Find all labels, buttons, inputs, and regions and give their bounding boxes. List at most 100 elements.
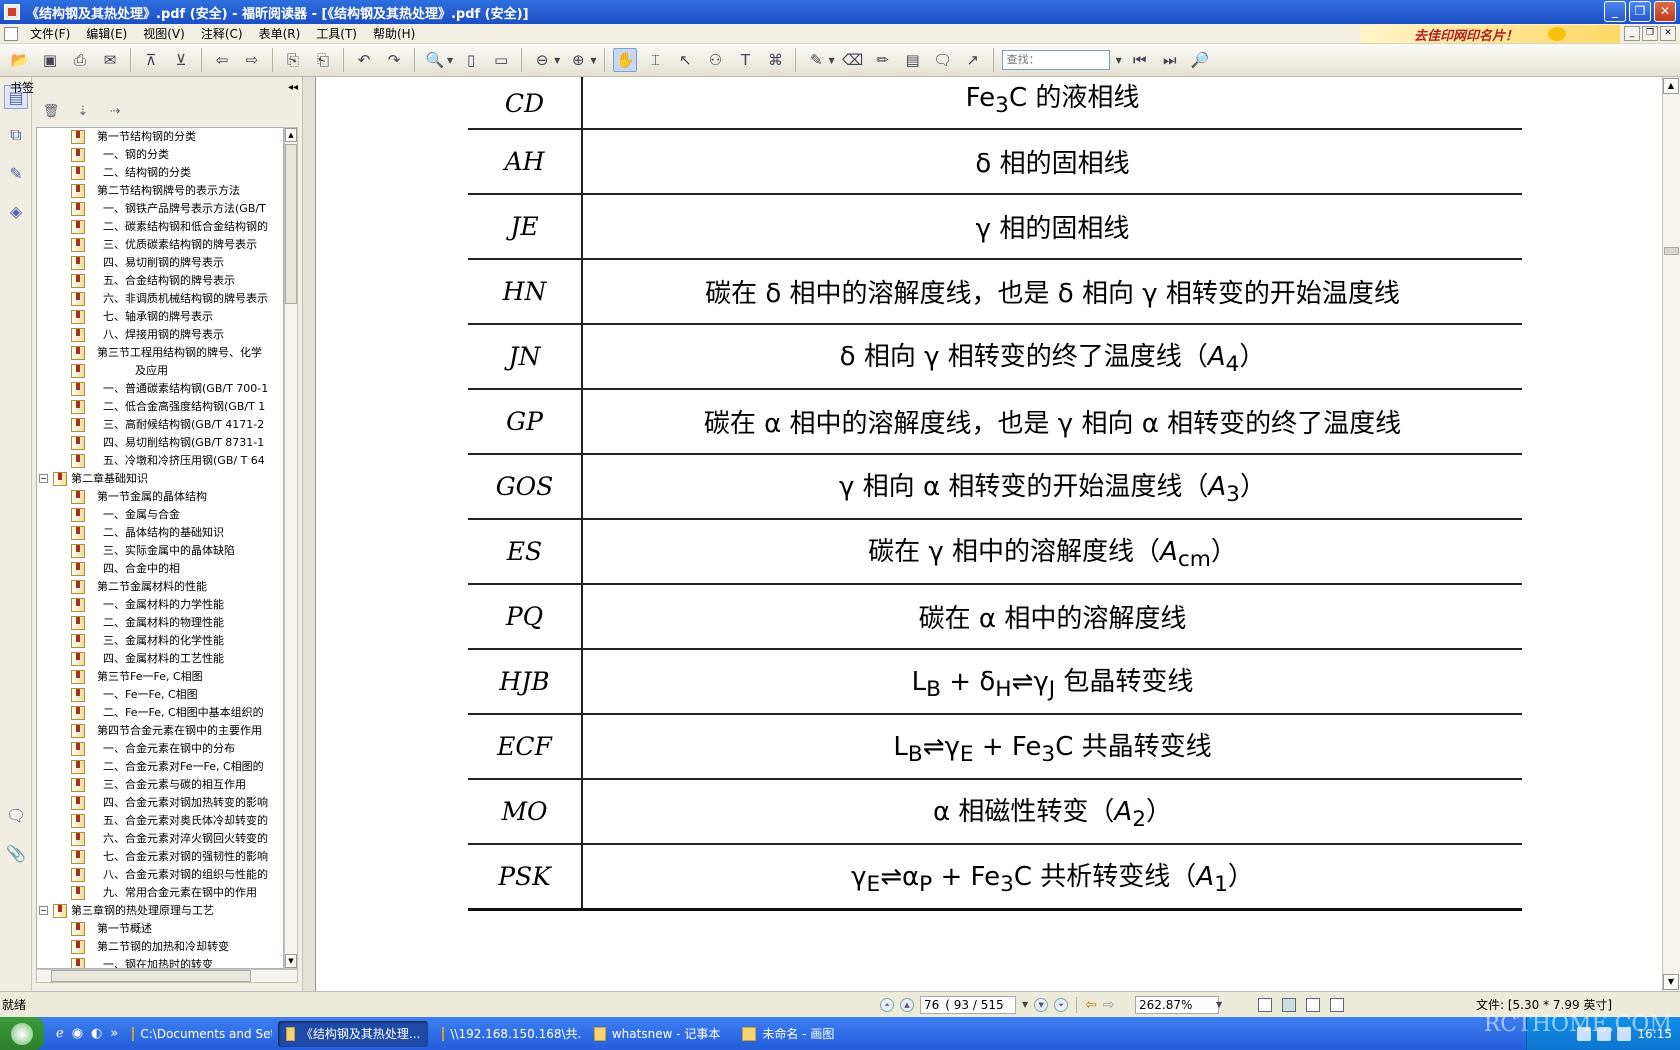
bookmark-item[interactable]: 三、合金元素与碳的相互作用 [37,776,283,794]
comments-icon[interactable]: 🗨 [4,803,28,827]
zoom-out-icon[interactable]: ⊖ [530,48,554,72]
bookmark-item[interactable]: 八、合金元素对钢的组织与性能的 [37,866,283,884]
zoom-plus-icon[interactable]: ⊕ [566,48,590,72]
attachments-icon[interactable]: 📎 [4,841,28,865]
bookmark-item[interactable]: 三、高耐候结构钢(GB/T 4171-2 [37,416,283,434]
annotate-dropdown-icon[interactable]: ▼ [828,56,834,65]
bookmark-item[interactable]: 八、焊接用钢的牌号表示 [37,326,283,344]
bookmark-item[interactable]: 五、冷墩和冷挤压用钢(GB/ T 64 [37,452,283,470]
note-icon[interactable]: 🗨 [931,48,955,72]
collapse-node-icon[interactable]: − [39,474,48,483]
app-icon[interactable] [4,4,20,20]
text-box-icon[interactable]: ▤ [901,48,925,72]
find-dropdown-icon[interactable]: ▼ [1116,56,1122,65]
arrow-icon[interactable]: ↗ [961,48,985,72]
document-vertical-scrollbar[interactable]: ▲ ▼ [1662,77,1680,991]
bookmark-item[interactable]: 四、合金元素对钢加热转变的影响 [37,794,283,812]
select-text-icon[interactable]: ⌶ [643,48,667,72]
annotations-icon[interactable]: ✎ [4,161,28,185]
menu-file[interactable]: 文件(F) [22,25,78,42]
bookmark-item[interactable]: 第二节金属材料的性能 [37,578,283,596]
start-button[interactable] [0,1017,44,1050]
save-icon[interactable]: ▣ [38,48,62,72]
taskbar-button[interactable]: whatsnew - 记事本 [586,1021,728,1047]
previous-page-icon[interactable]: ⊼ [139,48,163,72]
zoom-field[interactable]: 262.87% [1135,995,1219,1014]
binoculars-icon[interactable]: ⚇ [703,48,727,72]
bookmark-item[interactable]: 九、常用合金元素在钢中的作用 [37,884,283,902]
bookmark-item[interactable]: 二、金属材料的物理性能 [37,614,283,632]
bookmark-item[interactable]: 一、Fe一Fe, C相图 [37,686,283,704]
bookmark-item[interactable]: 第一节结构钢的分类 [37,128,283,146]
bookmark-item[interactable]: 第四节合金元素在钢中的主要作用 [37,722,283,740]
bookmark-item[interactable]: 四、合金中的相 [37,560,283,578]
scroll-thumb[interactable] [285,144,297,304]
bookmark-horizontal-scrollbar[interactable] [36,969,298,983]
zoom-level-dropdown-icon[interactable]: ▼ [1216,1000,1222,1009]
menu-comment[interactable]: 注释(C) [193,25,251,42]
doc-minimize-button[interactable]: _ [1624,26,1640,41]
bookmark-vertical-scrollbar[interactable]: ▲ ▼ [284,127,298,969]
bookmark-item[interactable]: − 第三章钢的热处理原理与工艺 [37,902,283,920]
single-page-icon[interactable] [1258,997,1272,1012]
next-page-nav-icon[interactable]: ▼ [1034,997,1049,1012]
last-page-icon[interactable]: ⏷ [1054,997,1069,1012]
bookmark-item[interactable]: 及应用 [37,362,283,380]
find-next-icon[interactable]: ⏭ [1158,48,1182,72]
pages-icon[interactable]: ⧉ [4,123,28,147]
snapshot-icon[interactable]: ⌘ [763,48,787,72]
doc-scroll-down-arrow-icon[interactable]: ▼ [1663,974,1679,990]
bookmark-item[interactable]: 一、金属与合金 [37,506,283,524]
fit-page-icon[interactable]: ▯ [459,48,483,72]
taskbar-button[interactable]: 《结构钢及其热处理... [278,1020,429,1047]
close-button[interactable]: ✕ [1654,1,1676,22]
bookmark-item[interactable]: − 第二章基础知识 [37,470,283,488]
bookmark-item[interactable]: 二、碳素结构钢和低合金结构钢的 [37,218,283,236]
bookmark-item[interactable]: 六、合金元素对淬火钢回火转变的 [37,830,283,848]
bookmark-item[interactable]: 五、合金元素对奥氏体冷却转变的 [37,812,283,830]
pointer-icon[interactable]: ↖ [673,48,697,72]
print-icon[interactable]: ⎙ [68,48,92,72]
redo-icon[interactable]: ↷ [382,48,406,72]
bookmark-item[interactable]: 二、晶体结构的基础知识 [37,524,283,542]
media-icon[interactable]: ◐ [91,1026,102,1041]
menu-form[interactable]: 表单(R) [251,25,309,42]
bookmark-item[interactable]: 一、金属材料的力学性能 [37,596,283,614]
bookmark-item[interactable]: 第二节钢的加热和冷却转变 [37,938,283,956]
bookmark-item[interactable]: 二、合金元素对Fe一Fe, C相图的 [37,758,283,776]
bookmark-item[interactable]: 五、合金结构钢的牌号表示 [37,272,283,290]
bookmark-item[interactable]: 一、合金元素在钢中的分布 [37,740,283,758]
quick-launch-more-icon[interactable]: » [110,1026,118,1041]
bookmark-item[interactable]: 第一节概述 [37,920,283,938]
prev-page-icon[interactable]: ▲ [900,997,914,1012]
bookmark-item[interactable]: 四、金属材料的工艺性能 [37,650,283,668]
bookmark-item[interactable]: 一、普通碳素结构钢(GB/T 700-1 [37,380,283,398]
facing-icon[interactable] [1306,997,1320,1012]
bookmark-item[interactable]: 第三节工程用结构钢的牌号、化学 [37,344,283,362]
open-icon[interactable]: 📂 [8,48,32,72]
scroll-down-arrow-icon[interactable]: ▼ [285,954,297,968]
find-input[interactable] [1001,50,1110,70]
continuous-icon[interactable] [1282,997,1296,1012]
doc-restore-button[interactable]: ❐ [1642,26,1658,41]
new-bookmark-icon[interactable]: ⇢ [106,102,124,120]
bookmark-item[interactable]: 二、结构钢的分类 [37,164,283,182]
bookmark-item[interactable]: 二、低合金高强度结构钢(GB/T 1 [37,398,283,416]
nav-back-icon[interactable]: ⇦ [1085,997,1097,1013]
taskbar-button[interactable]: \\192.168.150.168\共... [434,1021,580,1047]
eraser-icon[interactable]: ⌫ [841,48,865,72]
hscroll-thumb[interactable] [51,970,251,982]
pencil-icon[interactable]: ✏ [871,48,895,72]
layers-icon[interactable]: ◈ [4,199,28,223]
bookmark-item[interactable]: 四、易切削结构钢(GB/T 8731-1 [37,434,283,452]
minimize-button[interactable]: _ [1604,1,1626,22]
first-page-icon[interactable]: ⏶ [880,997,894,1012]
undo-icon[interactable]: ↶ [352,48,376,72]
search-icon[interactable]: 🔎 [1188,48,1212,72]
maximize-button[interactable]: ❐ [1629,1,1651,22]
fit-width-icon[interactable]: ▭ [489,48,513,72]
bookmark-item[interactable]: 三、实际金属中的晶体缺陷 [37,542,283,560]
browser-icon[interactable]: ◉ [72,1026,83,1041]
delete-bookmark-icon[interactable]: 🗑 [42,102,60,120]
bookmark-item[interactable]: 一、钢的分类 [37,146,283,164]
